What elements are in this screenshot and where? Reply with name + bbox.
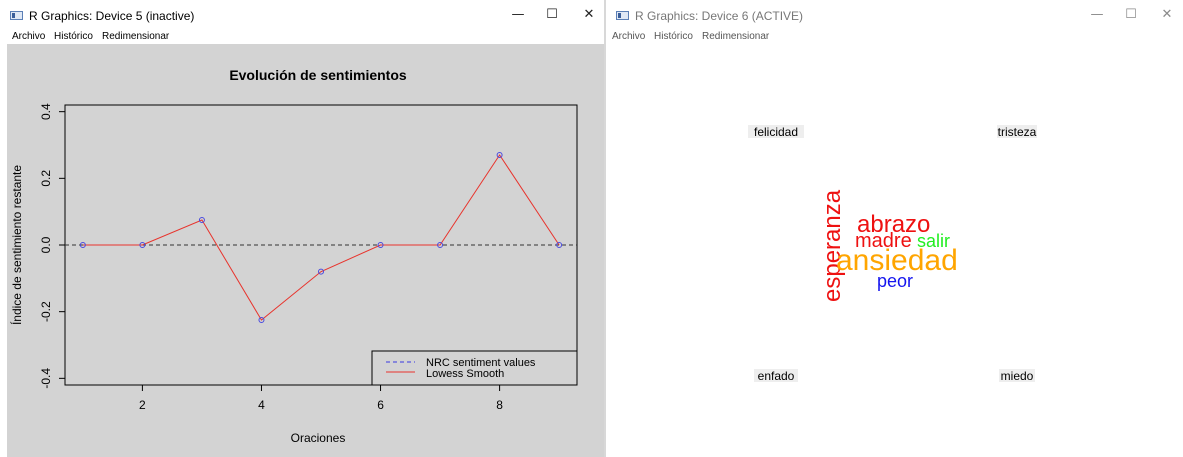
legend-label-lowess: Lowess Smooth bbox=[426, 368, 504, 380]
menu-archivo[interactable]: Archivo bbox=[12, 30, 45, 43]
plot-area: Evolución de sentimientos 2 4 6 8 -0.4 -0.2 0.… bbox=[7, 44, 604, 457]
word-peor: peor bbox=[877, 271, 913, 291]
y-tick-label: 0.4 bbox=[39, 103, 53, 120]
menu-redimensionar[interactable]: Redimensionar bbox=[702, 30, 769, 43]
menu-archivo[interactable]: Archivo bbox=[612, 30, 645, 43]
lowess-smooth-line bbox=[82, 154, 560, 321]
maximize-icon[interactable]: ☐ bbox=[532, 0, 572, 30]
legend: NRC sentiment values Lowess Smooth bbox=[371, 350, 578, 386]
y-axis-label: Índice de sentimiento restante bbox=[9, 165, 24, 325]
x-tick-label: 4 bbox=[258, 398, 265, 412]
graphics-window-device-5: R Graphics: Device 5 (inactive) — ☐ ✕ Ar… bbox=[0, 0, 604, 457]
menu-historico[interactable]: Histórico bbox=[654, 30, 693, 43]
category-felicidad: felicidad bbox=[754, 125, 798, 139]
close-icon[interactable]: ✕ bbox=[1147, 0, 1183, 30]
menu-bar: Archivo Histórico Redimensionar bbox=[606, 30, 1183, 44]
category-enfado: enfado bbox=[758, 369, 795, 383]
category-miedo: miedo bbox=[1001, 369, 1034, 383]
title-bar[interactable]: R Graphics: Device 5 (inactive) — ☐ ✕ bbox=[0, 0, 604, 30]
y-tick-label: 0.0 bbox=[39, 236, 53, 253]
chart-title: Evolución de sentimientos bbox=[229, 67, 407, 83]
comparison-wordcloud: felicidad tristeza enfado miedo esperanz… bbox=[748, 125, 1037, 383]
y-tick-label: -0.4 bbox=[39, 368, 53, 389]
category-tristeza: tristeza bbox=[998, 125, 1037, 139]
menu-bar: Archivo Histórico Redimensionar bbox=[0, 30, 604, 44]
x-tick-label: 8 bbox=[496, 398, 503, 412]
sentiment-chart: Evolución de sentimientos 2 4 6 8 -0.4 -0.2 0.… bbox=[9, 67, 578, 445]
y-tick-label: 0.2 bbox=[39, 170, 53, 187]
x-tick-label: 6 bbox=[377, 398, 384, 412]
app-icon bbox=[616, 11, 629, 20]
wordcloud-area: felicidad tristeza enfado miedo esperanz… bbox=[606, 44, 1183, 457]
close-icon[interactable]: ✕ bbox=[569, 0, 604, 30]
window-title: R Graphics: Device 5 (inactive) bbox=[29, 9, 195, 23]
menu-historico[interactable]: Histórico bbox=[54, 30, 93, 43]
graphics-window-device-6: R Graphics: Device 6 (ACTIVE) — ☐ ✕ Arch… bbox=[606, 0, 1183, 457]
x-axis-label: Oraciones bbox=[291, 431, 346, 445]
app-icon bbox=[10, 11, 23, 20]
menu-redimensionar[interactable]: Redimensionar bbox=[102, 30, 169, 43]
window-title: R Graphics: Device 6 (ACTIVE) bbox=[635, 9, 804, 23]
title-bar[interactable]: R Graphics: Device 6 (ACTIVE) — ☐ ✕ bbox=[606, 0, 1183, 30]
y-tick-label: -0.2 bbox=[39, 301, 53, 322]
x-tick-label: 2 bbox=[139, 398, 146, 412]
maximize-icon[interactable]: ☐ bbox=[1111, 0, 1151, 30]
